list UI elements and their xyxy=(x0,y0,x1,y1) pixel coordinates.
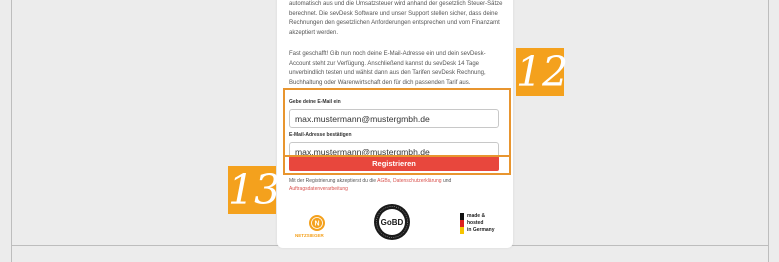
intro-paragraph: automatisch aus und die Umsatzsteuer wir… xyxy=(289,1,503,36)
legal-and: und xyxy=(441,178,452,184)
step-number-badge: 12 xyxy=(516,48,569,96)
processing-link[interactable]: Auftragsdatenverarbeitung xyxy=(289,186,348,192)
register-button-highlight xyxy=(283,155,511,175)
made-in-germany-badge: made & hosted in Germany xyxy=(460,213,495,234)
privacy-link[interactable]: Datenschutzerklärung xyxy=(393,178,442,184)
gobd-seal-icon: GoBD xyxy=(374,204,410,240)
legal-notice: Mit der Registrierung akzeptierst du die… xyxy=(289,178,489,193)
signup-instructions: Fast geschafft! Gib nun noch deine E-Mai… xyxy=(289,51,486,86)
frame-left-border xyxy=(11,0,12,262)
agb-link[interactable]: AGBs xyxy=(377,178,390,184)
made-line-3: in Germany xyxy=(467,227,495,233)
made-line-1: made & xyxy=(467,213,486,219)
svg-text:N: N xyxy=(314,221,319,228)
made-line-2: hosted xyxy=(467,220,484,226)
step-number-badge: 13 xyxy=(228,166,281,214)
legal-prefix: Mit der Registrierung akzeptierst du die xyxy=(289,178,378,184)
netzsieger-label: NETZSIEGER xyxy=(295,233,324,238)
frame-right-border xyxy=(768,0,769,262)
gobd-label: GoBD xyxy=(381,218,404,227)
